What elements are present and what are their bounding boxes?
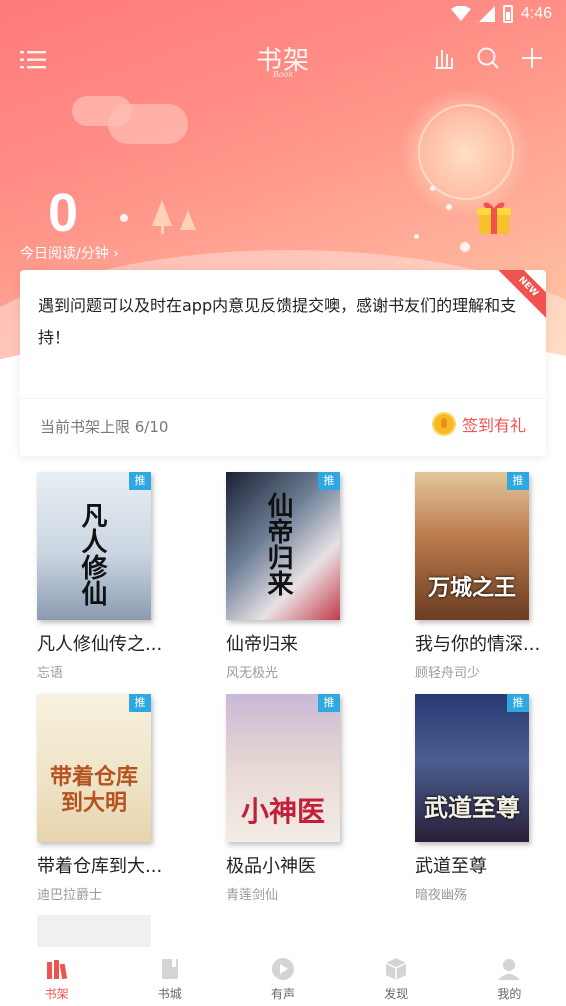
book-cover[interactable]: 小神医 推 [226,694,340,842]
checkin-button[interactable]: 签到有礼 [431,412,526,436]
dot-decoration [430,186,435,191]
notice-card[interactable]: NEW 遇到问题可以及时在app内意见反馈提交噢，感谢书友们的理解和支持！ 当前… [20,270,546,456]
cover-title: 万城之王 [427,575,516,601]
recommend-badge: 推 [507,472,529,490]
recommend-badge: 推 [129,694,151,712]
search-icon[interactable] [476,46,500,70]
discover-cube-icon [385,958,407,980]
book-author: 迪巴拉爵士 [37,888,103,903]
profile-icon [498,959,521,980]
notice-text: 遇到问题可以及时在app内意见反馈提交噢，感谢书友们的理解和支持！ [38,296,517,347]
coin-icon [431,412,456,436]
recommend-badge: 推 [129,472,151,490]
book-item[interactable]: 武道至尊 推 武道至尊 暗夜幽殇 [415,694,565,903]
tab-bookstore[interactable]: 书城 [113,950,226,1006]
top-actions [432,46,544,70]
tab-label: 发现 [384,987,409,1001]
status-bar: 4:46 [0,0,566,30]
tab-label: 书架 [44,987,69,1001]
checkin-label: 签到有礼 [461,416,526,435]
cover-title: 小神医 [240,795,325,828]
gift-icon[interactable] [476,198,512,236]
book-author: 暗夜幽殇 [415,888,468,903]
audio-play-icon [272,958,294,980]
recommend-badge: 推 [507,694,529,712]
reading-minutes-label[interactable]: 今日阅读/分钟 › [20,243,119,263]
book-title[interactable]: 武道至尊 [415,852,565,878]
book-cover[interactable]: 仙帝归来 推 [226,472,340,620]
tree-decoration [152,200,172,226]
tab-discover[interactable]: 发现 [340,950,453,1006]
tab-label: 有声 [271,987,296,1001]
book-author: 青莲剑仙 [226,888,279,903]
divider [20,398,546,399]
book-item[interactable]: 小神医 推 极品小神医 青莲剑仙 [226,694,376,903]
bottom-tab-bar: 书架 书城 有声 发现 我的 [0,950,566,1006]
dot-decoration [414,234,419,239]
ranking-icon[interactable] [432,46,456,70]
tab-audio[interactable]: 有声 [226,950,339,1006]
cover-title: 带着仓库到大明 [49,764,138,816]
bookshelf-icon [46,960,67,980]
book-title[interactable]: 仙帝归来 [226,630,376,656]
book-cover[interactable]: 凡人修仙 推 [37,472,151,620]
book-cover[interactable]: 万城之王 推 [415,472,529,620]
tab-bookshelf[interactable]: 书架 [0,950,113,1006]
book-title[interactable]: 带着仓库到大... [37,852,187,878]
book-cover[interactable]: 带着仓库到大明 推 [37,694,151,842]
book-item[interactable]: 仙帝归来 推 仙帝归来 风无极光 [226,472,376,681]
tree-trunk-decoration [161,226,164,234]
book-title[interactable]: 凡人修仙传之... [37,630,187,656]
signal-icon [478,6,495,22]
book-item[interactable]: 带着仓库到大明 推 带着仓库到大... 迪巴拉爵士 [37,694,187,903]
status-time: 4:46 [520,5,552,22]
dot-decoration [120,214,128,222]
reading-minutes-value[interactable]: 0 [48,182,78,244]
shelf-limit-text: 当前书架上限 6/10 [40,418,169,436]
dot-decoration [460,242,470,252]
add-icon[interactable] [520,46,544,70]
tab-profile[interactable]: 我的 [453,950,566,1006]
book-cover[interactable]: 武道至尊 推 [415,694,529,842]
cover-title: 武道至尊 [424,793,520,822]
dot-decoration [446,204,452,210]
page-title-sub: Book [272,70,294,79]
wifi-icon [450,6,471,21]
tab-label: 我的 [497,987,522,1001]
book-item[interactable]: 万城之王 推 我与你的情深... 顾轻舟司少 [415,472,565,681]
book-author: 顾轻舟司少 [415,666,481,681]
tab-label: 书城 [157,987,182,1001]
book-author: 风无极光 [226,666,279,681]
recommend-badge: 推 [318,472,340,490]
battery-icon [502,5,513,23]
book-cover-placeholder[interactable] [37,915,151,947]
book-title[interactable]: 我与你的情深... [415,630,565,656]
book-item[interactable]: 凡人修仙 推 凡人修仙传之... 忘语 [37,472,187,681]
book-title[interactable]: 极品小神医 [226,852,376,878]
recommend-badge: 推 [318,694,340,712]
bookstore-icon [161,959,178,979]
cover-title: 凡人修仙 [77,502,107,606]
tree-decoration [180,210,196,230]
cloud-decoration [108,104,188,144]
book-author: 忘语 [37,666,64,681]
cover-title: 仙帝归来 [263,492,293,596]
